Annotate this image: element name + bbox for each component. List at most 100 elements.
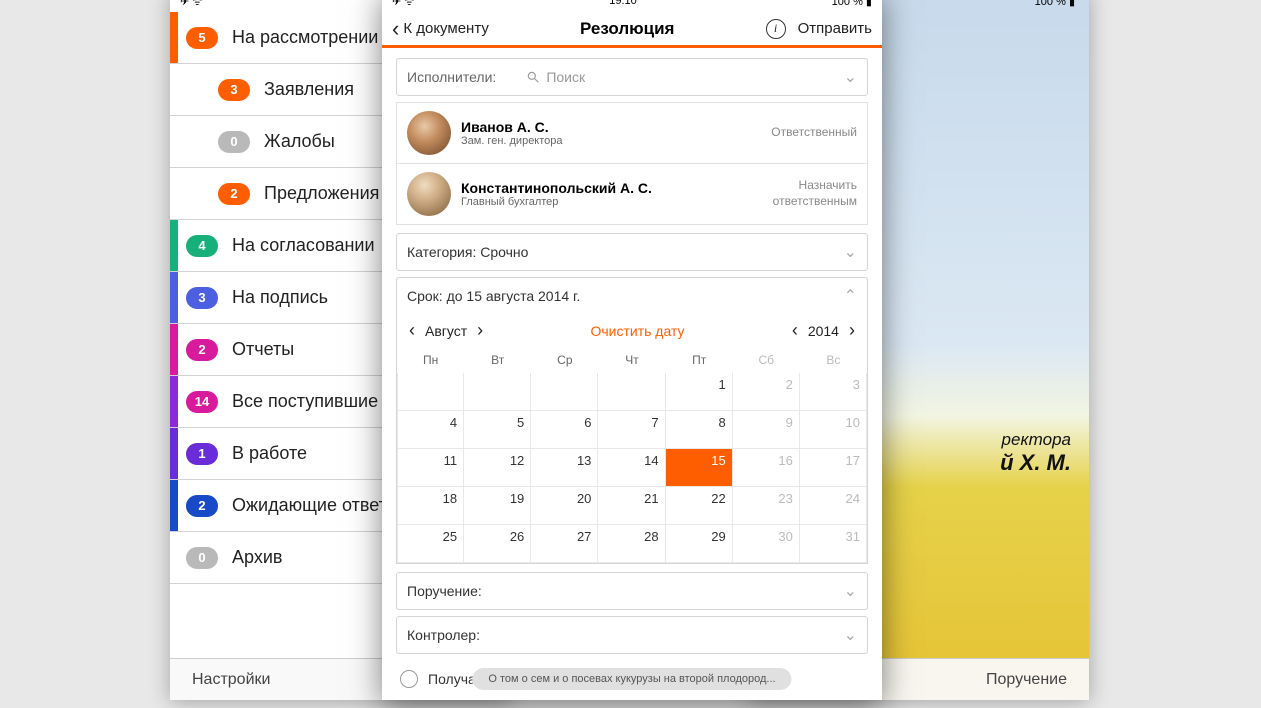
calendar-day[interactable]: 18 bbox=[397, 487, 464, 525]
calendar-day[interactable]: 6 bbox=[531, 411, 598, 449]
calendar-day[interactable]: 19 bbox=[464, 487, 531, 525]
weekday-label: Сб bbox=[733, 347, 800, 373]
assignment-label: Поручение bbox=[986, 671, 1067, 689]
radio-icon bbox=[400, 670, 418, 688]
sidebar-item-label: Заявления bbox=[264, 79, 354, 100]
calendar-day[interactable]: 5 bbox=[464, 411, 531, 449]
calendar-day[interactable]: 20 bbox=[531, 487, 598, 525]
weekday-label: Вт bbox=[464, 347, 531, 373]
prev-year-button[interactable]: ‹ bbox=[788, 320, 802, 341]
executor-row[interactable]: Константинопольский А. С.Главный бухгалт… bbox=[396, 164, 868, 225]
color-tab bbox=[170, 480, 178, 531]
battery-icon: ▮ bbox=[1069, 0, 1075, 8]
calendar-day[interactable]: 3 bbox=[800, 373, 867, 411]
color-tab bbox=[170, 12, 178, 63]
assignment-field[interactable]: Поручение: ⌄ bbox=[396, 572, 868, 610]
executor-name: Иванов А. С. bbox=[461, 119, 771, 135]
executor-row[interactable]: Иванов А. С.Зам. ген. директораОтветстве… bbox=[396, 102, 868, 164]
calendar-day[interactable]: 11 bbox=[397, 449, 464, 487]
count-badge: 2 bbox=[186, 495, 218, 517]
send-button[interactable]: Отправить bbox=[798, 20, 872, 37]
count-badge: 5 bbox=[186, 27, 218, 49]
info-icon[interactable]: i bbox=[766, 19, 786, 39]
airplane-wifi-icon: ✈ ᯤ bbox=[180, 0, 202, 9]
count-badge: 1 bbox=[186, 443, 218, 465]
calendar-day[interactable]: 12 bbox=[464, 449, 531, 487]
deadline-value: Срок: до 15 августа 2014 г. bbox=[407, 288, 580, 304]
calendar-day[interactable]: 23 bbox=[733, 487, 800, 525]
search-icon bbox=[526, 70, 540, 84]
color-tab bbox=[170, 428, 178, 479]
page-title: Резолюция bbox=[580, 19, 675, 39]
calendar-day[interactable]: 17 bbox=[800, 449, 867, 487]
executor-role: Зам. ген. директора bbox=[461, 135, 771, 147]
back-button[interactable]: ‹ К документу bbox=[392, 18, 489, 40]
weekday-label: Вс bbox=[800, 347, 867, 373]
executors-field[interactable]: Исполнители: Поиск ⌄ bbox=[396, 58, 868, 96]
weekday-label: Ср bbox=[531, 347, 598, 373]
chevron-left-icon: ‹ bbox=[392, 18, 399, 40]
calendar-day[interactable]: 8 bbox=[666, 411, 733, 449]
sidebar-item-label: Все поступившие bbox=[232, 391, 378, 412]
executor-name: Константинопольский А. С. bbox=[461, 180, 773, 196]
calendar-month: Август bbox=[425, 323, 467, 339]
calendar-year: 2014 bbox=[808, 323, 839, 339]
chevron-down-icon: ⌄ bbox=[844, 581, 857, 601]
nav-header: ‹ К документу Резолюция i Отправить bbox=[382, 12, 882, 48]
next-month-button[interactable]: › bbox=[473, 320, 487, 341]
calendar-day[interactable]: 31 bbox=[800, 525, 867, 563]
chevron-down-icon: ⌄ bbox=[844, 242, 857, 262]
count-badge: 4 bbox=[186, 235, 218, 257]
calendar-day[interactable]: 2 bbox=[733, 373, 800, 411]
calendar-day[interactable]: 16 bbox=[733, 449, 800, 487]
executor-status[interactable]: Ответственный bbox=[771, 125, 857, 141]
calendar-day bbox=[598, 373, 665, 411]
executor-status[interactable]: Назначитьответственным bbox=[773, 178, 857, 209]
calendar-day[interactable]: 25 bbox=[397, 525, 464, 563]
calendar-grid: 1234567891011121314151617181920212223242… bbox=[397, 373, 867, 563]
calendar-day[interactable]: 13 bbox=[531, 449, 598, 487]
deadline-field[interactable]: Срок: до 15 августа 2014 г. ⌃ bbox=[396, 277, 868, 314]
calendar-day[interactable]: 7 bbox=[598, 411, 665, 449]
bottom-pill[interactable]: О том о сем и о посевах кукурузы на втор… bbox=[472, 668, 791, 690]
back-label: К документу bbox=[403, 20, 489, 37]
signature-line2: й Х. М. bbox=[1000, 450, 1071, 476]
status-time: 19:10 bbox=[609, 0, 637, 7]
calendar-day[interactable]: 14 bbox=[598, 449, 665, 487]
calendar-day[interactable]: 9 bbox=[733, 411, 800, 449]
right-battery: 100 % ▮ bbox=[1035, 0, 1075, 8]
count-badge: 3 bbox=[218, 79, 250, 101]
category-field[interactable]: Категория: Срочно ⌄ bbox=[396, 233, 868, 271]
sidebar-item-label: На согласовании bbox=[232, 235, 375, 256]
next-year-button[interactable]: › bbox=[845, 320, 859, 341]
signature-line1: ректора bbox=[1000, 430, 1071, 450]
calendar: ‹ Август › Очистить дату ‹ 2014 › ПнВтСр… bbox=[396, 314, 868, 564]
calendar-day[interactable]: 27 bbox=[531, 525, 598, 563]
count-badge: 3 bbox=[186, 287, 218, 309]
calendar-day[interactable]: 29 bbox=[666, 525, 733, 563]
calendar-day[interactable]: 30 bbox=[733, 525, 800, 563]
calendar-day[interactable]: 28 bbox=[598, 525, 665, 563]
calendar-day[interactable]: 15 bbox=[666, 449, 733, 487]
calendar-day[interactable]: 21 bbox=[598, 487, 665, 525]
calendar-day[interactable]: 26 bbox=[464, 525, 531, 563]
prev-month-button[interactable]: ‹ bbox=[405, 320, 419, 341]
clear-date-button[interactable]: Очистить дату bbox=[590, 323, 684, 339]
sidebar-item-label: На подпись bbox=[232, 287, 328, 308]
calendar-day[interactable]: 22 bbox=[666, 487, 733, 525]
center-device: ✈ ᯤ 19:10 100 % ▮ ‹ К документу Резолюци… bbox=[382, 0, 882, 700]
category-value: Категория: Срочно bbox=[407, 244, 528, 260]
weekday-label: Чт bbox=[598, 347, 665, 373]
calendar-day[interactable]: 24 bbox=[800, 487, 867, 525]
document-signature: ректора й Х. М. bbox=[1000, 430, 1071, 476]
executor-role: Главный бухгалтер bbox=[461, 196, 773, 208]
executors-list: Иванов А. С.Зам. ген. директораОтветстве… bbox=[396, 102, 868, 225]
sidebar-item-label: Архив bbox=[232, 547, 282, 568]
chevron-up-icon: ⌃ bbox=[844, 286, 857, 306]
calendar-day[interactable]: 10 bbox=[800, 411, 867, 449]
controller-field[interactable]: Контролер: ⌄ bbox=[396, 616, 868, 654]
calendar-day[interactable]: 4 bbox=[397, 411, 464, 449]
executor-info: Иванов А. С.Зам. ген. директора bbox=[461, 119, 771, 147]
calendar-day[interactable]: 1 bbox=[666, 373, 733, 411]
sidebar-item-label: Отчеты bbox=[232, 339, 294, 360]
